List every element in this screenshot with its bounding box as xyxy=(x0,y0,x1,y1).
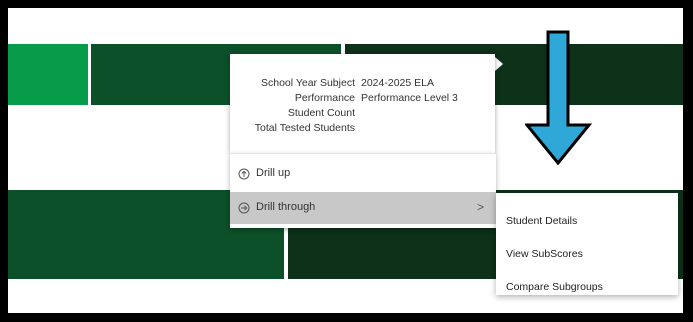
down-arrow-icon xyxy=(525,30,593,165)
drill-up-label: Drill up xyxy=(256,167,291,179)
drill-up-icon xyxy=(238,168,250,180)
menu-item-drill-up[interactable]: Drill up xyxy=(230,158,496,190)
tooltip-key: Performance xyxy=(294,92,355,104)
submenu-item-compare-subgroups[interactable]: Compare Subgroups xyxy=(506,281,603,293)
drill-through-label: Drill through xyxy=(256,201,316,213)
submenu-item-view-subscores[interactable]: View SubScores xyxy=(506,248,583,260)
tooltip-key: Total Tested Students xyxy=(254,122,355,134)
chevron-right-icon: > xyxy=(476,200,484,214)
submenu-item-student-details[interactable]: Student Details xyxy=(506,215,577,227)
tooltip-caret xyxy=(495,57,503,71)
tooltip-value: 2024-2025 ELA xyxy=(361,77,434,89)
menu-item-drill-through[interactable]: Drill through > xyxy=(230,192,496,224)
data-tooltip: School Year Subject 2024-2025 ELA Perfor… xyxy=(230,54,495,153)
tooltip-value: Performance Level 3 xyxy=(361,92,458,104)
bar-segment-level-1[interactable] xyxy=(8,44,88,105)
tooltip-key: School Year Subject xyxy=(261,77,355,89)
drill-through-submenu: Student Details View SubScores Compare S… xyxy=(496,193,678,295)
context-menu: Drill up Drill through > xyxy=(230,153,496,228)
drill-through-icon xyxy=(238,202,250,214)
tooltip-key: Student Count xyxy=(287,107,355,119)
